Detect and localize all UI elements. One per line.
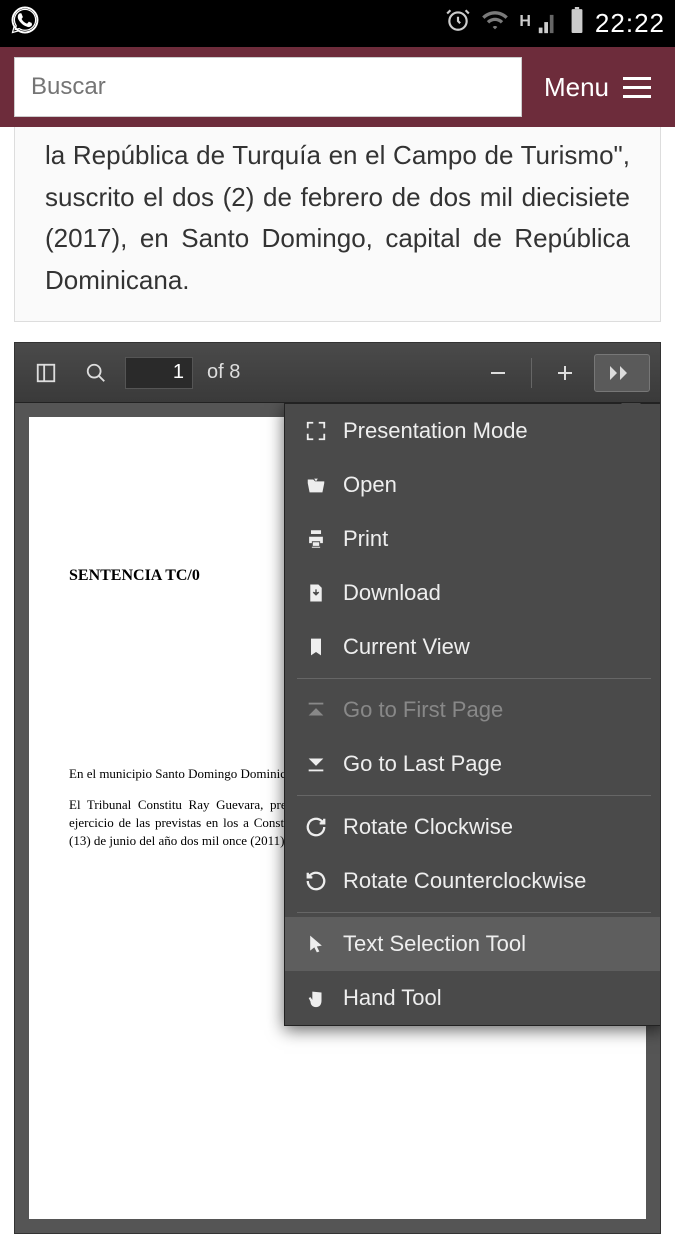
wifi-icon [481,6,509,41]
zoom-out-button[interactable] [477,352,519,394]
print-icon [303,526,329,552]
sidebar-toggle-button[interactable] [25,352,67,394]
download-icon [303,580,329,606]
hand-tool-item[interactable]: Hand Tool [285,971,660,1025]
last-page-item[interactable]: Go to Last Page [285,737,660,791]
pdf-toolbar: of 8 [15,343,660,403]
whatsapp-icon [10,5,40,42]
menu-label: Rotate Counterclockwise [343,868,586,894]
menu-label: Go to Last Page [343,751,502,777]
menu-button[interactable]: Menu [534,72,661,103]
cursor-icon [303,931,329,957]
text-selection-item[interactable]: Text Selection Tool [285,917,660,971]
go-top-icon [303,697,329,723]
go-bottom-icon [303,751,329,777]
fullscreen-icon [303,418,329,444]
rotate-cw-icon [303,814,329,840]
page-count-label: of 8 [201,361,240,384]
menu-separator [297,795,651,796]
pdf-body[interactable]: SENTENCIA TC/0 En el municipio Santo Dom… [15,403,660,1233]
download-item[interactable]: Download [285,566,660,620]
rotate-cw-item[interactable]: Rotate Clockwise [285,800,660,854]
app-header: Menu [0,47,675,127]
menu-label: Hand Tool [343,985,442,1011]
presentation-mode-item[interactable]: Presentation Mode [285,404,660,458]
page-number-input[interactable] [125,357,193,389]
network-h-indicator: H [519,13,531,31]
hamburger-icon [623,77,651,98]
menu-label: Open [343,472,397,498]
alarm-icon [445,7,471,40]
more-tools-button[interactable] [594,354,650,392]
first-page-item: Go to First Page [285,683,660,737]
menu-label: Presentation Mode [343,418,528,444]
search-pdf-button[interactable] [75,352,117,394]
menu-label: Go to First Page [343,697,503,723]
menu-label: Current View [343,634,470,660]
pdf-tools-dropdown: Presentation Mode Open Print Download Cu… [284,403,660,1026]
status-bar: H 22:22 [0,0,675,47]
menu-label: Text Selection Tool [343,931,526,957]
hand-icon [303,985,329,1011]
search-box[interactable] [14,57,522,117]
search-input[interactable] [31,73,505,101]
menu-label: Rotate Clockwise [343,814,513,840]
folder-open-icon [303,472,329,498]
current-view-item[interactable]: Current View [285,620,660,674]
rotate-ccw-icon [303,868,329,894]
menu-separator [297,678,651,679]
open-item[interactable]: Open [285,458,660,512]
menu-label: Menu [544,72,609,103]
battery-icon [569,7,585,40]
menu-label: Download [343,580,441,606]
signal-icon: H [519,13,559,35]
menu-separator [297,912,651,913]
article-text: la República de Turquía en el Campo de T… [14,127,661,322]
zoom-in-button[interactable] [544,352,586,394]
rotate-ccw-item[interactable]: Rotate Counterclockwise [285,854,660,908]
pdf-viewer: of 8 SENTENCIA TC/0 En el municipio Sant… [14,342,661,1234]
print-item[interactable]: Print [285,512,660,566]
toolbar-separator [531,358,532,388]
bookmark-icon [303,634,329,660]
clock-time: 22:22 [595,8,665,39]
menu-label: Print [343,526,388,552]
